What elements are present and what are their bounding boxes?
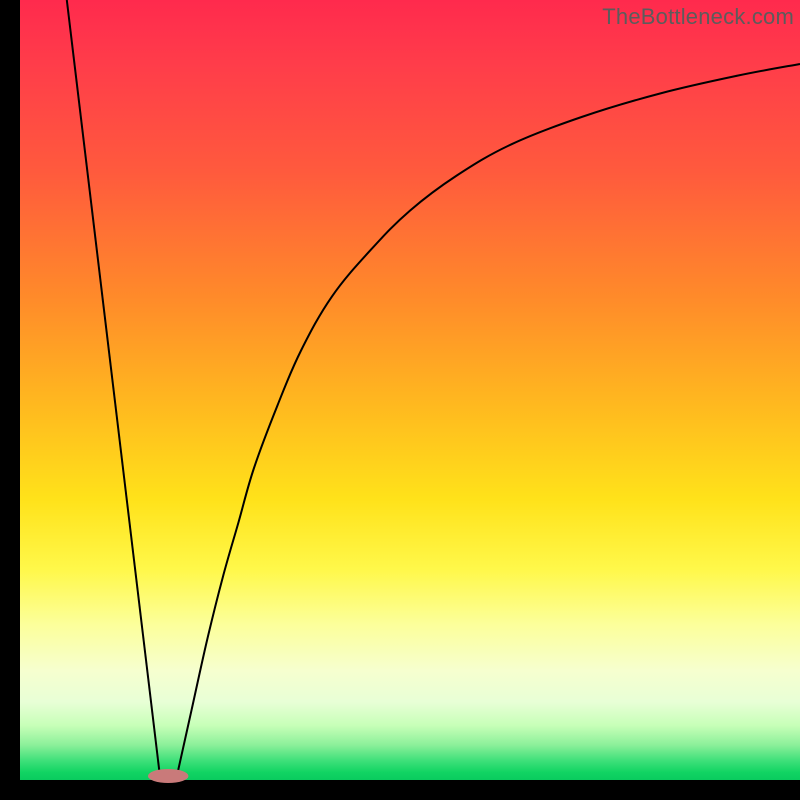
chart-svg	[20, 0, 800, 780]
curve-right-branch	[176, 64, 800, 780]
chart-frame: TheBottleneck.com	[0, 0, 800, 800]
attribution-text: TheBottleneck.com	[602, 4, 794, 30]
curve-left-branch	[67, 0, 161, 780]
minimum-marker	[148, 769, 189, 783]
plot-area: TheBottleneck.com	[20, 0, 800, 780]
